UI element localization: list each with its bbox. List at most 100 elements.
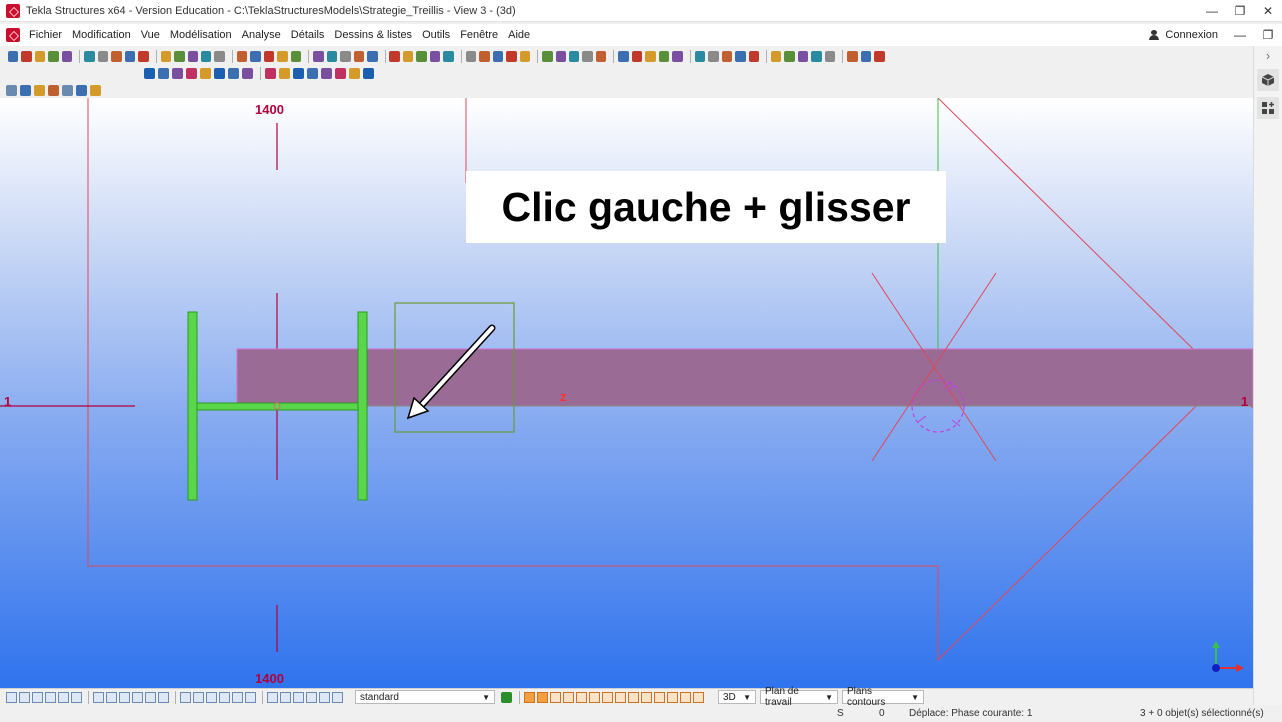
toolbar-tool-icon[interactable] <box>770 50 782 62</box>
view-mode-select[interactable]: 3D ▼ <box>718 690 756 704</box>
toolbar-tool-icon[interactable] <box>416 50 427 62</box>
selection-switch-icon[interactable] <box>106 691 117 703</box>
toolbar-tool-icon[interactable] <box>277 50 288 62</box>
toolbar-tool-icon[interactable] <box>326 50 338 62</box>
selection-switch-icon[interactable] <box>245 691 256 703</box>
snap-switch-icon[interactable] <box>680 691 691 703</box>
toolbar-tool-icon[interactable] <box>847 50 858 62</box>
toolbar-tool-icon[interactable] <box>349 67 360 79</box>
selection-switch-icon[interactable] <box>45 691 56 703</box>
toolbar-tool-icon[interactable] <box>748 50 760 62</box>
snap-switch-icon[interactable] <box>537 691 548 703</box>
toolbar-tool-icon[interactable] <box>402 50 414 62</box>
toolbar-tool-icon[interactable] <box>200 67 211 79</box>
toolbar-tool-icon[interactable] <box>34 84 45 96</box>
toolbar-tool-icon[interactable] <box>160 50 172 62</box>
selection-switch-icon[interactable] <box>145 691 156 703</box>
toolbar-tool-icon[interactable] <box>443 50 454 62</box>
toolbar-tool-icon[interactable] <box>363 67 374 79</box>
toolbar-tool-icon[interactable] <box>340 50 351 62</box>
toolbar-tool-icon[interactable] <box>228 67 239 79</box>
minimize-button[interactable]: — <box>1198 4 1226 18</box>
toolbar-tool-icon[interactable] <box>250 50 261 62</box>
toolbar-tool-icon[interactable] <box>506 50 517 62</box>
toolbar-tool-icon[interactable] <box>353 50 365 62</box>
toolbar-tool-icon[interactable] <box>174 50 185 62</box>
selection-switch-icon[interactable] <box>158 691 169 703</box>
selection-switch-icon[interactable] <box>219 691 230 703</box>
toolbar-tool-icon[interactable] <box>367 50 378 62</box>
work-plane-select[interactable]: Plan de travail ▼ <box>760 686 838 708</box>
toolbar-tool-icon[interactable] <box>860 50 872 62</box>
toolbar-tool-icon[interactable] <box>236 50 248 62</box>
toolbar-tool-icon[interactable] <box>214 67 225 79</box>
selection-switch-icon[interactable] <box>32 691 43 703</box>
selection-switch-icon[interactable] <box>180 691 191 703</box>
toolbar-tool-icon[interactable] <box>21 50 32 62</box>
toolbar-tool-icon[interactable] <box>492 50 504 62</box>
toolbar-tool-icon[interactable] <box>797 50 809 62</box>
close-button[interactable]: ✕ <box>1254 4 1282 18</box>
toolbar-tool-icon[interactable] <box>84 50 95 62</box>
toolbar-tool-icon[interactable] <box>242 67 253 79</box>
toolbar-tool-icon[interactable] <box>555 50 567 62</box>
toolbar-tool-icon[interactable] <box>8 50 19 62</box>
toolbar-tool-icon[interactable] <box>48 50 59 62</box>
toolbar-tool-icon[interactable] <box>172 67 183 79</box>
snap-switch-icon[interactable] <box>589 691 600 703</box>
catalog-grid-icon[interactable] <box>1257 97 1279 119</box>
toolbar-tool-icon[interactable] <box>708 50 719 62</box>
contour-planes-select[interactable]: Plans contours ▼ <box>842 686 924 708</box>
snap-switch-icon[interactable] <box>563 691 574 703</box>
menu-fenetre[interactable]: Fenêtre <box>455 29 503 41</box>
selection-switch-icon[interactable] <box>206 691 217 703</box>
beam[interactable] <box>236 348 1253 407</box>
snap-switch-icon[interactable] <box>628 691 639 703</box>
menu-fichier[interactable]: Fichier <box>24 29 67 41</box>
selection-switch-icon[interactable] <box>293 691 304 703</box>
toolbar-tool-icon[interactable] <box>479 50 490 62</box>
doc-minimize-button[interactable]: — <box>1226 28 1254 42</box>
toolbar-tool-icon[interactable] <box>214 50 225 62</box>
snap-switch-icon[interactable] <box>654 691 665 703</box>
menu-vue[interactable]: Vue <box>136 29 165 41</box>
selection-switch-icon[interactable] <box>232 691 243 703</box>
toolbar-tool-icon[interactable] <box>90 84 101 96</box>
toolbar-tool-icon[interactable] <box>321 67 332 79</box>
snap-switch-icon[interactable] <box>550 691 561 703</box>
toolbar-tool-icon[interactable] <box>569 50 580 62</box>
menu-aide[interactable]: Aide <box>503 29 535 41</box>
selection-switch-icon[interactable] <box>319 691 330 703</box>
filter-select[interactable]: standard ▼ <box>355 690 495 704</box>
selection-switch-icon[interactable] <box>280 691 291 703</box>
toolbar-tool-icon[interactable] <box>595 50 607 62</box>
menu-details[interactable]: Détails <box>286 29 330 41</box>
toolbar-tool-icon[interactable] <box>582 50 593 62</box>
toolbar-tool-icon[interactable] <box>187 50 198 62</box>
snap-switch-icon[interactable] <box>524 691 535 703</box>
toolbar-tool-icon[interactable] <box>34 50 46 62</box>
snap-switch-icon[interactable] <box>615 691 626 703</box>
selection-switch-icon[interactable] <box>132 691 143 703</box>
toolbar-tool-icon[interactable] <box>465 50 477 62</box>
menu-outils[interactable]: Outils <box>417 29 455 41</box>
toolbar-tool-icon[interactable] <box>784 50 795 62</box>
selection-switch-icon[interactable] <box>119 691 130 703</box>
model-view-3d[interactable]: 1400 1400 1 1 z Clic gauche + glisser <box>0 98 1253 688</box>
toolbar-tool-icon[interactable] <box>672 50 683 62</box>
toolbar-tool-icon[interactable] <box>111 50 122 62</box>
toolbar-tool-icon[interactable] <box>389 50 400 62</box>
toolbar-tool-icon[interactable] <box>186 67 197 79</box>
selection-switch-icon[interactable] <box>267 691 278 703</box>
selection-switch-icon[interactable] <box>19 691 30 703</box>
snap-switch-icon[interactable] <box>602 691 613 703</box>
menu-modelisation[interactable]: Modélisation <box>165 29 237 41</box>
toolbar-tool-icon[interactable] <box>631 50 643 62</box>
selection-switch-icon[interactable] <box>58 691 69 703</box>
object-properties-cube-icon[interactable] <box>1257 69 1279 91</box>
toolbar-tool-icon[interactable] <box>811 50 822 62</box>
toolbar-tool-icon[interactable] <box>429 50 441 62</box>
toolbar-tool-icon[interactable] <box>6 84 17 96</box>
toolbar-tool-icon[interactable] <box>645 50 656 62</box>
selection-switch-icon[interactable] <box>93 691 104 703</box>
